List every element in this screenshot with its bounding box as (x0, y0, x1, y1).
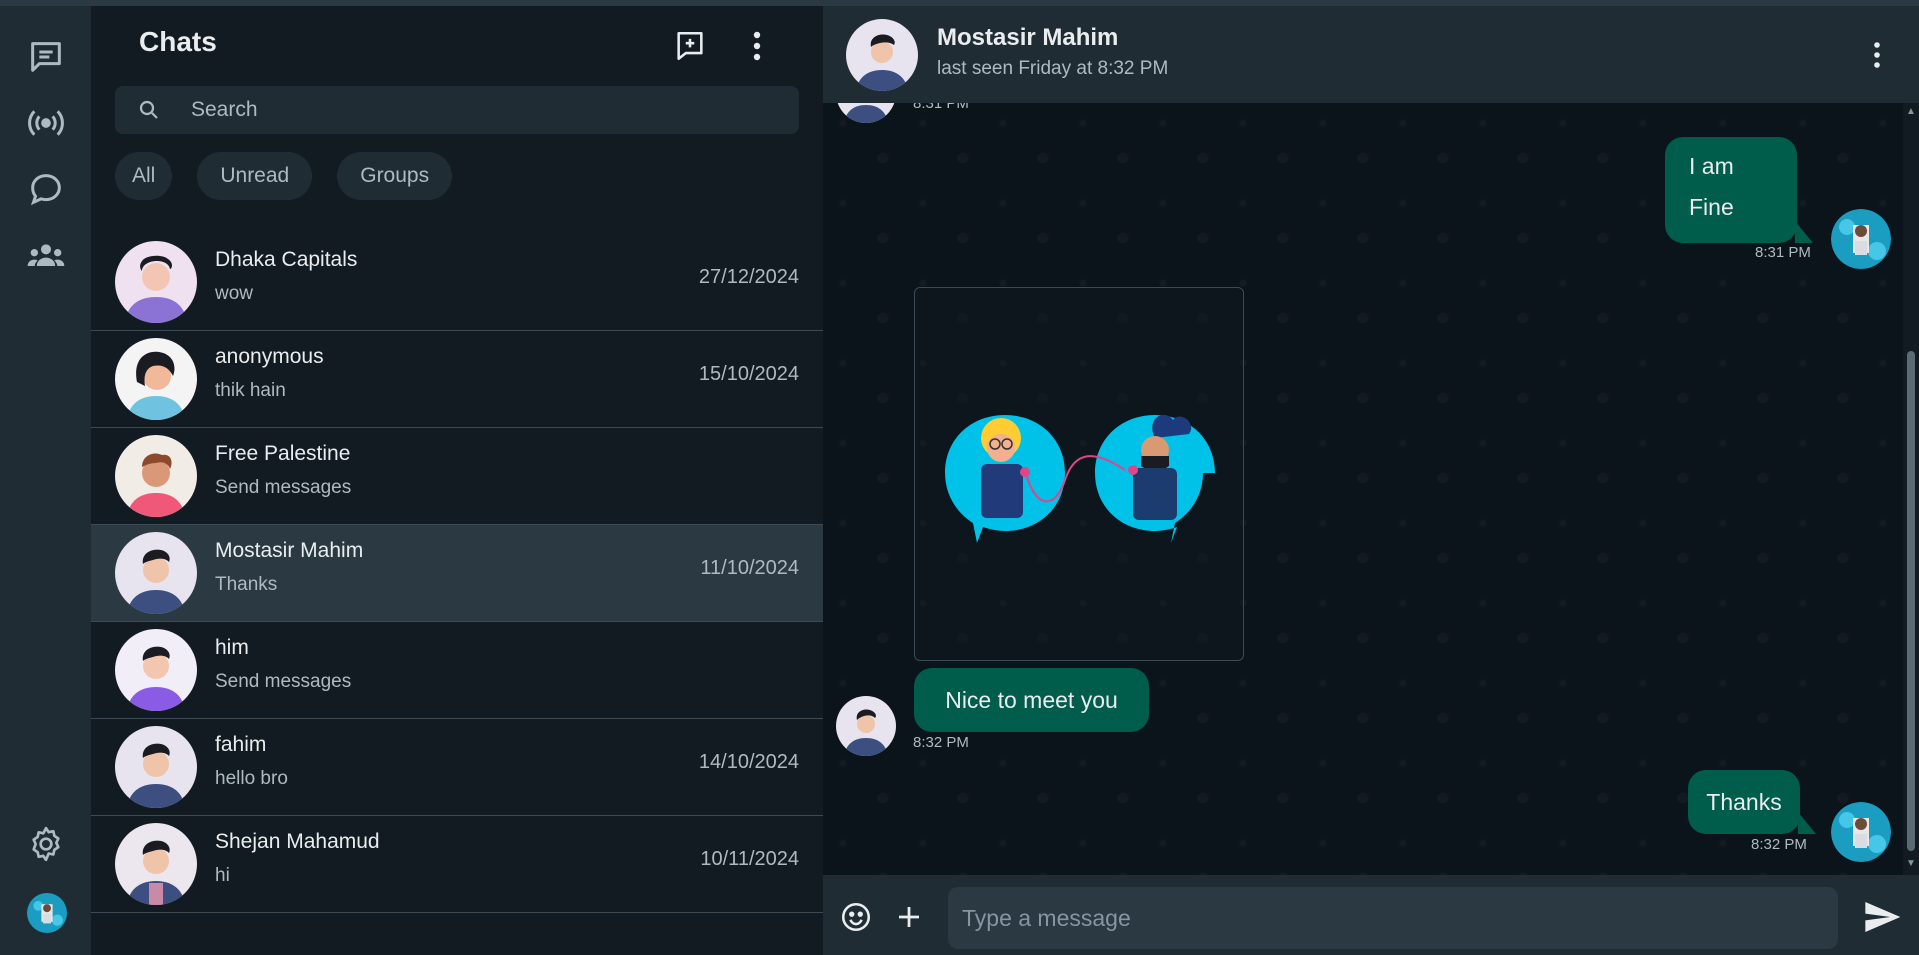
avatar (115, 726, 197, 808)
filter-groups[interactable]: Groups (337, 152, 453, 200)
avatar (115, 435, 197, 517)
app-window: Chats All Unread Groups Dhaka Capitals w… (0, 0, 1919, 955)
avatar (1831, 802, 1891, 862)
status-icon[interactable] (22, 99, 70, 147)
message-bubble-in[interactable]: Nice to meet you (914, 668, 1149, 732)
chat-name: Free Palestine (215, 442, 351, 465)
avatar (115, 241, 197, 323)
scroll-down-icon[interactable]: ▼ (1906, 859, 1916, 869)
avatar (1831, 209, 1891, 269)
menu-dots-icon[interactable] (735, 24, 779, 68)
avatar (115, 338, 197, 420)
chat-preview: wow (215, 283, 254, 304)
chat-preview: Send messages (215, 477, 352, 498)
chat-preview: Send messages (215, 671, 352, 692)
scroll-thumb[interactable] (1907, 351, 1915, 851)
message-time: 8:32 PM (913, 734, 969, 751)
avatar (115, 532, 197, 614)
filter-all[interactable]: All (115, 152, 173, 200)
chats-icon[interactable] (22, 33, 70, 81)
message-bubble-out[interactable]: Thanks (1688, 770, 1800, 834)
communities-icon[interactable] (22, 232, 70, 280)
send-icon[interactable] (1860, 899, 1904, 935)
message-time: 8:32 PM (1751, 836, 1807, 853)
attach-plus-icon[interactable] (891, 899, 927, 935)
conversation-header[interactable]: Mostasir Mahim last seen Friday at 8:32 … (823, 6, 1919, 103)
chat-name: him (215, 636, 249, 659)
chat-name: Shejan Mahamud (215, 830, 380, 853)
settings-icon[interactable] (22, 820, 70, 868)
chat-date: 14/10/2024 (698, 751, 799, 773)
chat-item[interactable]: Dhaka Capitals wow 27/12/2024 (91, 234, 823, 331)
emoji-icon[interactable] (838, 899, 874, 935)
contact-name: Mostasir Mahim (937, 24, 1119, 51)
chat-preview: hello bro (215, 768, 288, 789)
message-text: Thanks (1706, 788, 1782, 815)
sticker-image (945, 414, 1215, 543)
message-composer (823, 875, 1919, 955)
channels-icon[interactable] (22, 165, 70, 213)
search-bar (115, 86, 799, 134)
chat-list: Dhaka Capitals wow 27/12/2024 anonymous … (91, 234, 823, 913)
avatar (115, 823, 197, 905)
conversation-menu-icon[interactable] (1865, 38, 1889, 72)
image-message[interactable] (914, 287, 1244, 661)
nav-rail (0, 0, 91, 955)
chat-name: Dhaka Capitals (215, 248, 358, 271)
chat-date: 11/10/2024 (700, 557, 799, 579)
message-time: 8:31 PM (913, 103, 969, 112)
bubble-tail (1798, 812, 1816, 834)
message-text: Nice to meet you (945, 686, 1118, 713)
message-input[interactable] (948, 887, 1838, 949)
new-chat-icon[interactable] (668, 24, 712, 68)
avatar (836, 103, 896, 123)
chat-item[interactable]: fahim hello bro 14/10/2024 (91, 719, 823, 816)
chat-item[interactable]: Shejan Mahamud hi 10/11/2024 (91, 816, 823, 913)
avatar[interactable] (846, 19, 918, 91)
chat-name: fahim (215, 733, 267, 756)
avatar (115, 629, 197, 711)
chat-item[interactable]: Mostasir Mahim Thanks 11/10/2024 (91, 525, 823, 622)
profile-avatar[interactable] (22, 888, 72, 938)
chat-item[interactable]: Free Palestine Send messages (91, 428, 823, 525)
chat-name: anonymous (215, 345, 324, 368)
message-scrollbar[interactable]: ▲ ▼ (1903, 103, 1919, 875)
chat-date: 15/10/2024 (698, 363, 799, 385)
filter-chips: All Unread Groups (115, 152, 453, 200)
search-icon (139, 100, 158, 119)
message-area: 8:31 PM I am Fine 8:31 PM Nice to meet y… (823, 103, 1903, 875)
scroll-up-icon[interactable]: ▲ (1906, 107, 1916, 117)
chat-item[interactable]: anonymous thik hain 15/10/2024 (91, 331, 823, 428)
search-input[interactable] (191, 86, 771, 134)
message-time: 8:31 PM (1755, 244, 1811, 261)
chat-list-panel: Chats All Unread Groups Dhaka Capitals w… (91, 0, 823, 955)
chat-preview: thik hain (215, 380, 286, 401)
chat-date: 27/12/2024 (698, 266, 799, 288)
conversation-panel: Mostasir Mahim last seen Friday at 8:32 … (823, 0, 1919, 955)
avatar (836, 696, 896, 756)
message-text-line: I am (1689, 153, 1734, 179)
chat-preview: hi (215, 865, 230, 886)
last-seen-status: last seen Friday at 8:32 PM (937, 58, 1169, 79)
chat-date: 10/11/2024 (700, 848, 799, 870)
panel-title: Chats (139, 26, 217, 57)
filter-unread[interactable]: Unread (197, 152, 313, 200)
chat-name: Mostasir Mahim (215, 539, 364, 562)
message-bubble-out[interactable]: I am Fine (1665, 137, 1797, 243)
chat-item[interactable]: him Send messages (91, 622, 823, 719)
message-text-line: Fine (1689, 194, 1734, 220)
chat-preview: Thanks (215, 574, 278, 595)
bubble-tail (1795, 221, 1813, 243)
